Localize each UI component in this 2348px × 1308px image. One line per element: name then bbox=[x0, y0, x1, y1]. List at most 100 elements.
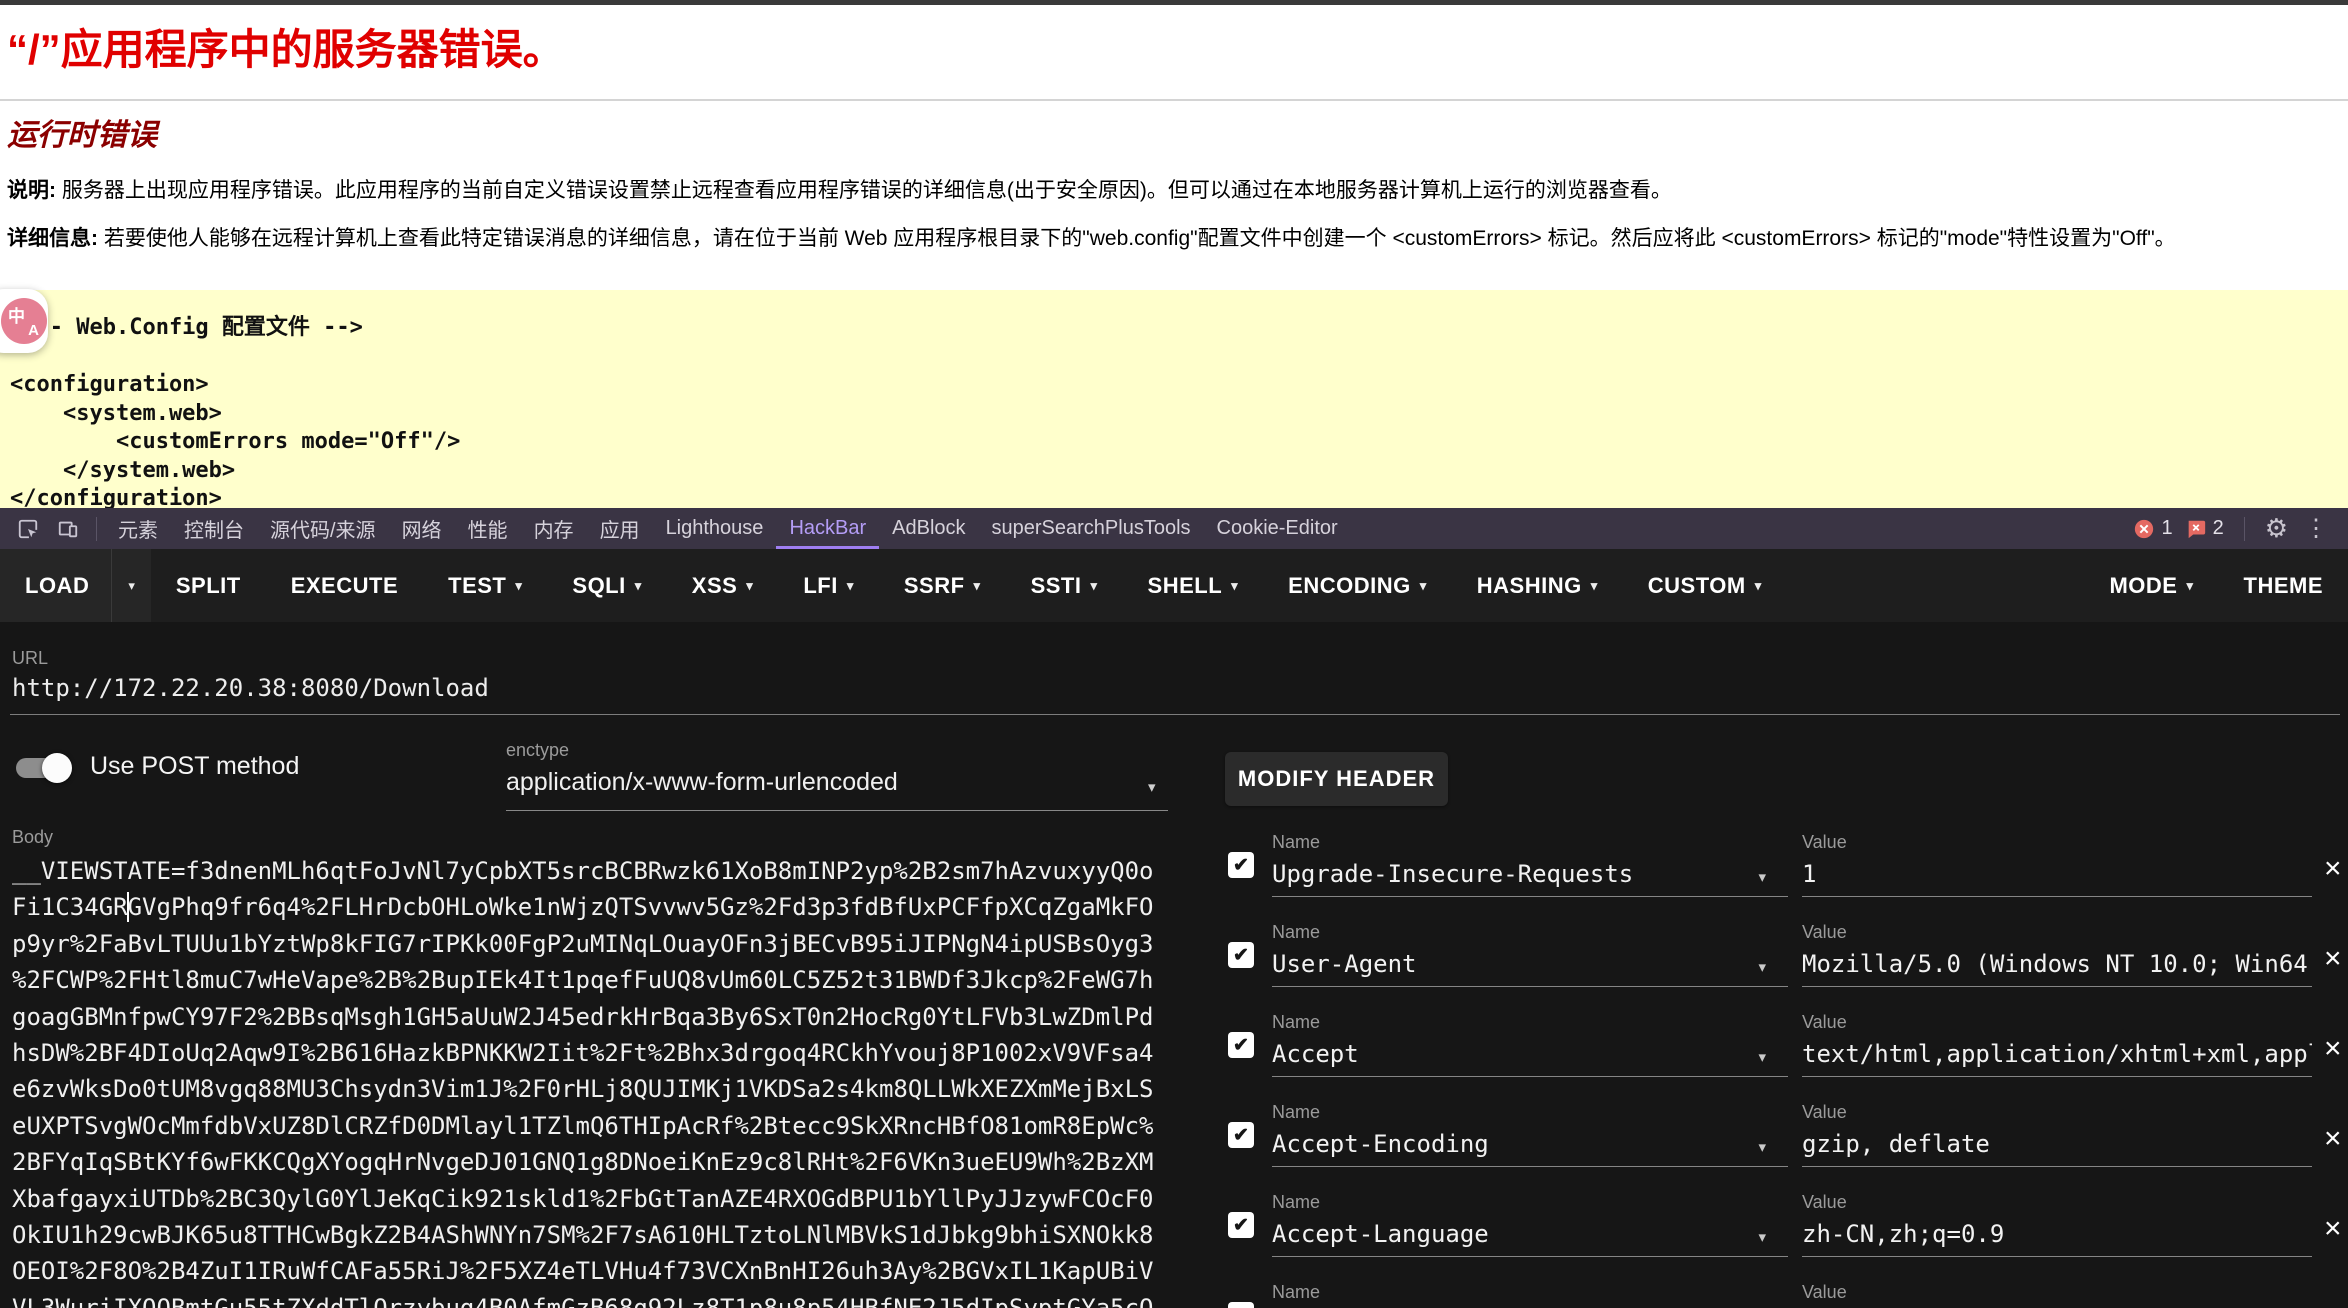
toolbar-menu-button[interactable]: SSRF▾ bbox=[879, 549, 1006, 622]
chevron-down-icon: ▾ bbox=[1148, 778, 1156, 796]
code-line bbox=[10, 343, 2348, 372]
settings-gear-icon[interactable]: ⚙ bbox=[2265, 513, 2288, 544]
chevron-down-icon: ▾ bbox=[1758, 1138, 1766, 1156]
issues-badge[interactable]: 2 bbox=[2185, 517, 2224, 540]
header-name-select[interactable]: Upgrade-Insecure-Requests bbox=[1272, 860, 1788, 894]
check-icon: ✔ bbox=[1233, 1214, 1249, 1237]
header-name-select[interactable]: Accept bbox=[1272, 1040, 1788, 1074]
enctype-select[interactable]: application/x-www-form-urlencoded bbox=[506, 768, 1146, 797]
devtools-tab[interactable]: superSearchPlusTools bbox=[979, 508, 1204, 549]
translate-extension-button[interactable]: 中 A bbox=[0, 289, 48, 353]
issues-bubble-icon bbox=[2185, 518, 2207, 540]
load-button[interactable]: LOAD bbox=[0, 549, 111, 622]
post-toggle-label: Use POST method bbox=[90, 752, 299, 781]
header-name-field: Name Accept ▾ bbox=[1272, 1012, 1788, 1074]
header-checkbox[interactable]: ✔ bbox=[1228, 1212, 1254, 1238]
toolbar-menu-button[interactable]: HASHING▾ bbox=[1452, 549, 1623, 622]
value-underline bbox=[1802, 896, 2312, 897]
header-value-input[interactable]: zh-CN,zh;q=0.9 bbox=[1802, 1220, 2312, 1254]
hackbar-content: URL http://172.22.20.38:8080/Download Us… bbox=[0, 622, 2348, 1308]
header-name-select[interactable]: User-Agent bbox=[1272, 950, 1788, 984]
devtools-tab[interactable]: Lighthouse bbox=[653, 508, 777, 549]
chevron-down-icon: ▾ bbox=[1420, 578, 1427, 594]
issue-count: 2 bbox=[2213, 517, 2224, 540]
chevron-down-icon: ▾ bbox=[1758, 1228, 1766, 1246]
code-line: <!-- Web.Config 配置文件 --> bbox=[10, 314, 2348, 343]
check-icon: ✔ bbox=[1233, 1304, 1249, 1308]
body-line: VL3WuriIXOQBmtGu55tZXddTlQrzybug4B0AfmGz… bbox=[12, 1290, 1182, 1308]
name-label: Name bbox=[1272, 1282, 1788, 1308]
kebab-menu-icon[interactable]: ⋮ bbox=[2300, 514, 2332, 543]
devtools-tab[interactable]: 性能 bbox=[455, 508, 521, 549]
remove-header-button[interactable]: × bbox=[2324, 1124, 2342, 1154]
console-errors-badge[interactable]: 1 bbox=[2133, 517, 2172, 540]
code-line: </configuration> bbox=[10, 485, 2348, 508]
devtools-tab[interactable]: HackBar bbox=[776, 508, 879, 549]
inspect-element-icon[interactable] bbox=[8, 508, 48, 549]
url-underline bbox=[10, 714, 2340, 715]
header-value-input[interactable]: Mozilla/5.0 (Windows NT 10.0; Win64 bbox=[1802, 950, 2312, 984]
url-input[interactable]: http://172.22.20.38:8080/Download bbox=[12, 674, 489, 702]
load-dropdown-button[interactable]: ▾ bbox=[111, 549, 151, 622]
header-row: ✔ Name ▾ Value × bbox=[1228, 1282, 2348, 1308]
header-checkbox[interactable]: ✔ bbox=[1228, 1302, 1254, 1308]
header-name-select[interactable]: Accept-Encoding bbox=[1272, 1130, 1788, 1164]
header-name-select[interactable]: Accept-Language bbox=[1272, 1220, 1788, 1254]
body-line: OEOI%2F8O%2B4ZuI1IRuWfCAFa55RiJ%2F5XZ4eT… bbox=[12, 1253, 1182, 1289]
webconfig-code-lines: <!-- Web.Config 配置文件 --> <configuration>… bbox=[0, 290, 2348, 508]
toolbar-menu-label: SHELL bbox=[1148, 573, 1223, 599]
modify-header-button[interactable]: MODIFY HEADER bbox=[1225, 752, 1448, 806]
devtools-tab[interactable]: 控制台 bbox=[171, 508, 257, 549]
header-value-input[interactable]: 1 bbox=[1802, 860, 2312, 894]
header-checkbox[interactable]: ✔ bbox=[1228, 1122, 1254, 1148]
devtools-tab[interactable]: 应用 bbox=[587, 508, 653, 549]
device-toolbar-icon[interactable] bbox=[48, 508, 88, 549]
code-line: <system.web> bbox=[10, 400, 2348, 429]
toolbar-menu-button[interactable]: LFI▾ bbox=[778, 549, 879, 622]
remove-header-button[interactable]: × bbox=[2324, 1304, 2342, 1308]
devtools-tab[interactable]: 元素 bbox=[105, 508, 171, 549]
body-label: Body bbox=[12, 827, 53, 848]
toolbar-menu-button[interactable]: SQLI▾ bbox=[547, 549, 666, 622]
devtools-tabbar-right: 1 2 ⚙ ⋮ bbox=[2133, 508, 2348, 549]
value-label: Value bbox=[1802, 1012, 2312, 1040]
toolbar-menu-button[interactable]: SHELL▾ bbox=[1123, 549, 1264, 622]
header-value-input[interactable]: text/html,application/xhtml+xml,appl bbox=[1802, 1040, 2312, 1074]
devtools-tab[interactable]: 源代码/来源 bbox=[257, 508, 389, 549]
tabbar-separator bbox=[96, 517, 97, 541]
remove-header-button[interactable]: × bbox=[2324, 1034, 2342, 1064]
header-checkbox[interactable]: ✔ bbox=[1228, 852, 1254, 878]
toolbar-menu-button[interactable]: TEST▾ bbox=[423, 549, 547, 622]
header-checkbox[interactable]: ✔ bbox=[1228, 942, 1254, 968]
header-checkbox[interactable]: ✔ bbox=[1228, 1032, 1254, 1058]
check-icon: ✔ bbox=[1233, 944, 1249, 967]
header-name-field: Name ▾ bbox=[1272, 1282, 1788, 1308]
devtools-tab[interactable]: Cookie-Editor bbox=[1204, 508, 1351, 549]
execute-button[interactable]: EXECUTE bbox=[266, 549, 423, 622]
value-underline bbox=[1802, 986, 2312, 987]
body-textarea[interactable]: __VIEWSTATE=f3dnenMLh6qtFoJvNl7yCpbXT5sr… bbox=[12, 853, 1182, 1308]
value-label: Value bbox=[1802, 1282, 2312, 1308]
body-line: goagGBMnfpwCY97F2%2BBsqMsgh1GH5aUuW2J45e… bbox=[12, 999, 1182, 1035]
theme-menu-button[interactable]: THEME bbox=[2219, 549, 2348, 622]
devtools-tab[interactable]: 网络 bbox=[389, 508, 455, 549]
devtools-tabbar: 元素 控制台 源代码/来源 网络 性能 内存 应用 Lighthouse Hac… bbox=[0, 508, 2348, 549]
remove-header-button[interactable]: × bbox=[2324, 854, 2342, 884]
devtools-tab[interactable]: 内存 bbox=[521, 508, 587, 549]
webconfig-code-block: <!-- Web.Config 配置文件 --> <configuration>… bbox=[0, 290, 2348, 508]
toolbar-menu-button[interactable]: CUSTOM▾ bbox=[1623, 549, 1787, 622]
devtools-tab[interactable]: AdBlock bbox=[879, 508, 978, 549]
toolbar-menu-label: SSRF bbox=[904, 573, 965, 599]
split-button[interactable]: SPLIT bbox=[151, 549, 266, 622]
mode-menu-button[interactable]: MODE▾ bbox=[2084, 549, 2218, 622]
remove-header-button[interactable]: × bbox=[2324, 1214, 2342, 1244]
error-description: 说明: 服务器上出现应用程序错误。此应用程序的当前自定义错误设置禁止远程查看应用… bbox=[7, 174, 1672, 204]
toolbar-menu-button[interactable]: ENCODING▾ bbox=[1263, 549, 1452, 622]
post-method-toggle[interactable] bbox=[16, 758, 68, 778]
toolbar-menu-button[interactable]: XSS▾ bbox=[667, 549, 779, 622]
toolbar-menu-button[interactable]: SSTI▾ bbox=[1006, 549, 1123, 622]
chevron-down-icon: ▾ bbox=[515, 578, 522, 594]
remove-header-button[interactable]: × bbox=[2324, 944, 2342, 974]
header-name-field: Name Upgrade-Insecure-Requests ▾ bbox=[1272, 832, 1788, 894]
header-value-input[interactable]: gzip, deflate bbox=[1802, 1130, 2312, 1164]
